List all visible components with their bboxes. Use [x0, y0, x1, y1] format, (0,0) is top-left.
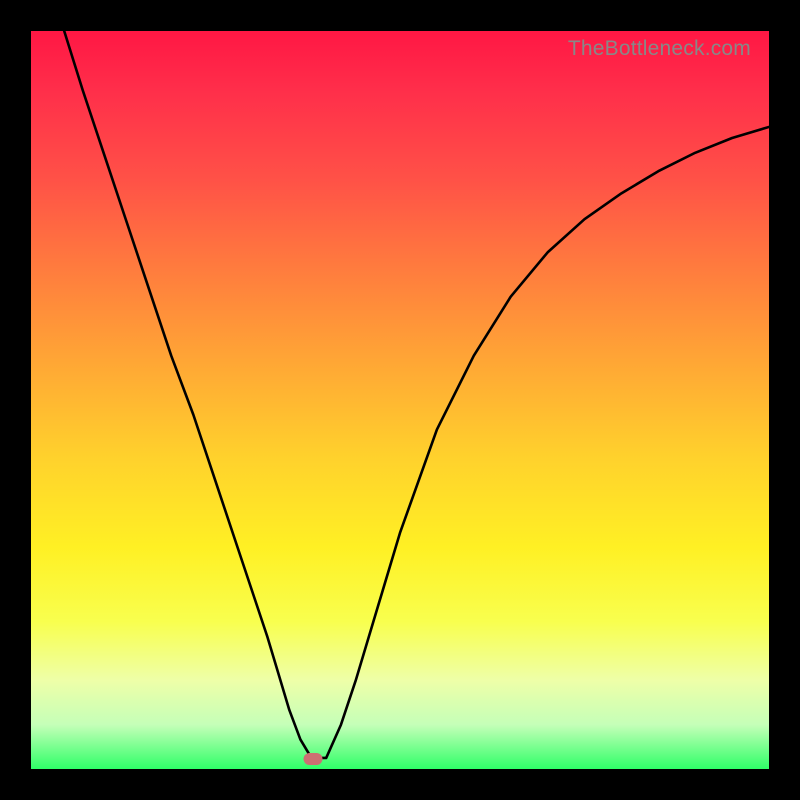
optimal-point-marker: [303, 753, 322, 765]
bottleneck-curve: [31, 31, 769, 769]
chart-frame: TheBottleneck.com: [0, 0, 800, 800]
plot-area: TheBottleneck.com: [31, 31, 769, 769]
